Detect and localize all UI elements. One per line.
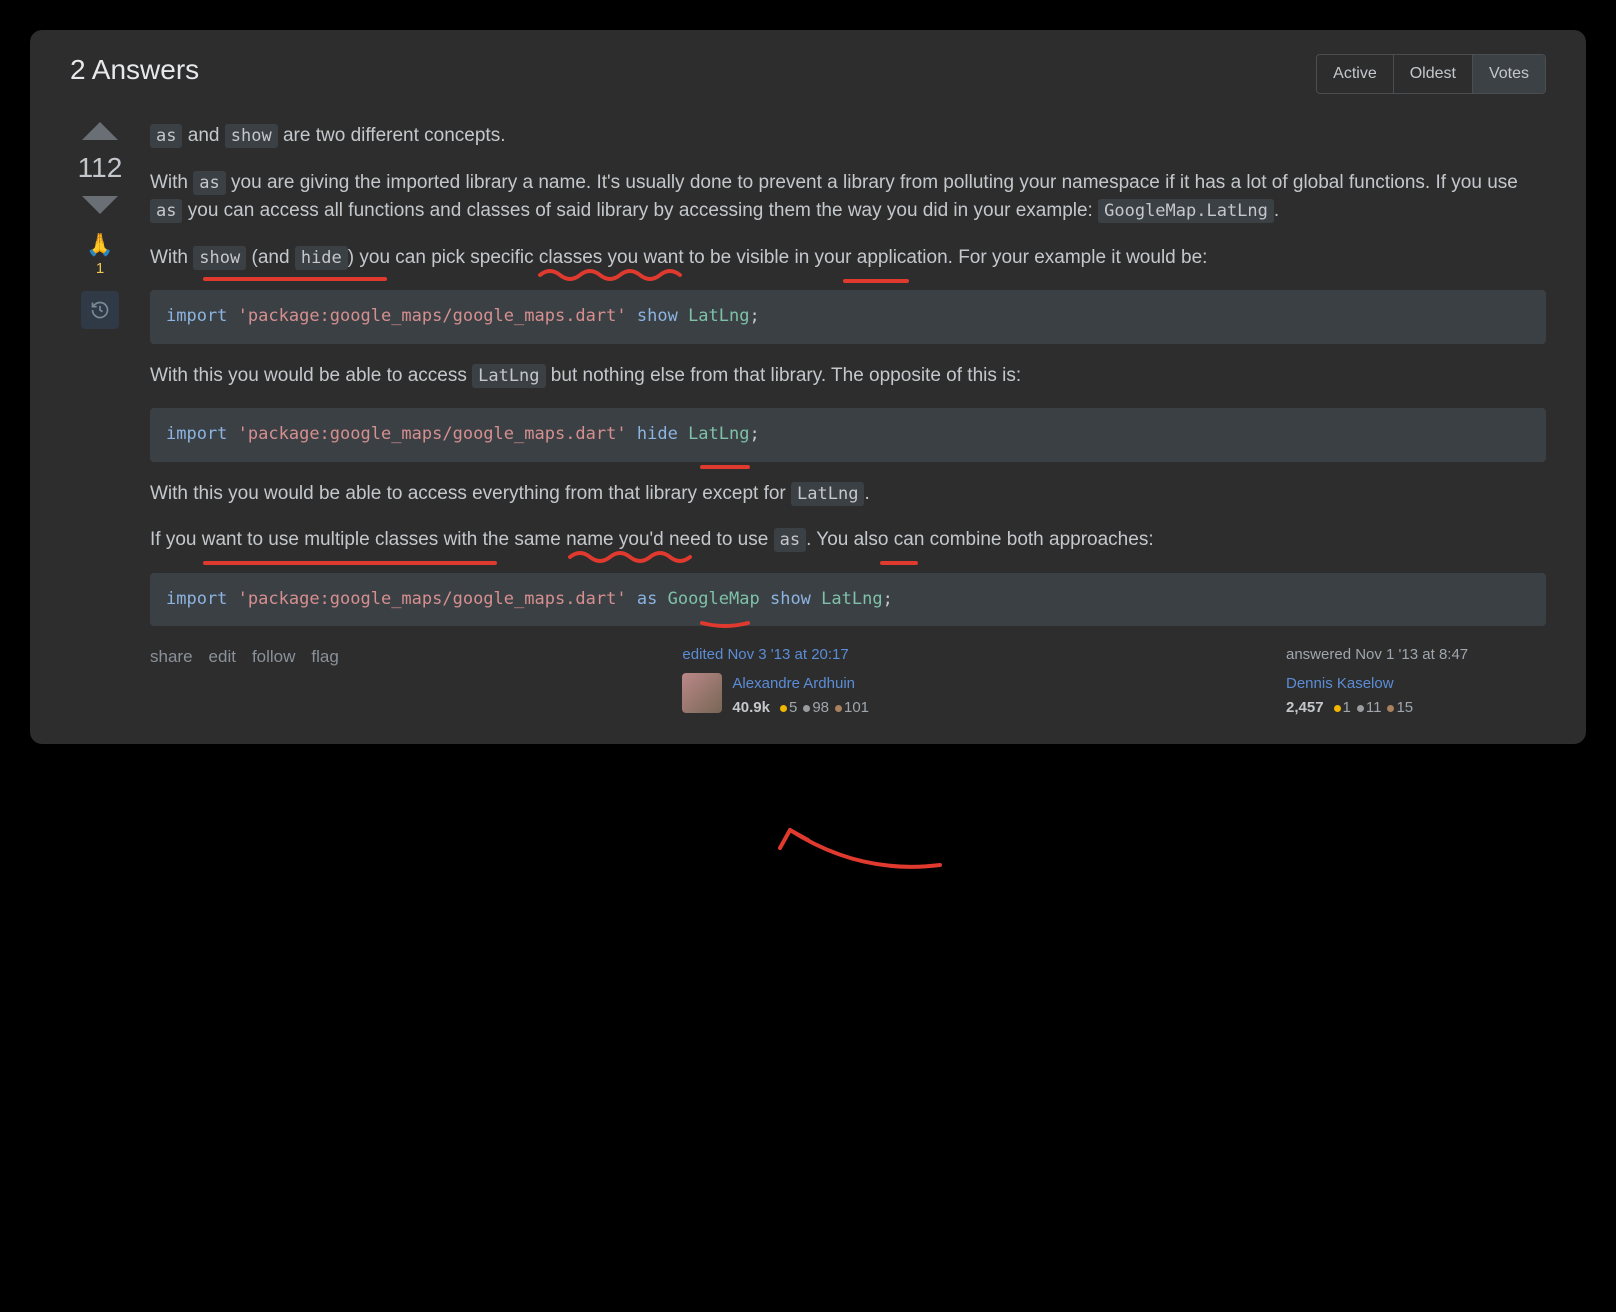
answers-panel: 2 Answers Active Oldest Votes 112 🙏 1 as… <box>30 30 1586 744</box>
code-inline: as <box>193 171 225 195</box>
code-inline: show <box>193 246 246 270</box>
share-link[interactable]: share <box>150 644 193 670</box>
upvote-icon[interactable] <box>82 122 118 140</box>
edit-link[interactable]: edit <box>209 644 236 670</box>
paragraph: With this you would be able to access ev… <box>150 480 1546 509</box>
vote-column: 112 🙏 1 <box>70 122 130 720</box>
code-inline: as <box>150 199 182 223</box>
action-links: share edit follow flag <box>150 644 339 670</box>
author-card: answered Nov 1 '13 at 8:47 Dennis Kaselo… <box>1286 644 1546 720</box>
bounty-count: 1 <box>96 260 104 277</box>
code-block: import 'package:google_maps/google_maps.… <box>150 290 1546 344</box>
downvote-icon[interactable] <box>82 196 118 214</box>
silver-badge-icon <box>803 705 810 712</box>
code-inline: LatLng <box>472 364 545 388</box>
vote-score: 112 <box>78 152 123 184</box>
flag-link[interactable]: flag <box>311 644 338 670</box>
code-inline: hide <box>295 246 348 270</box>
editor-card: edited Nov 3 '13 at 20:17 Alexandre Ardh… <box>682 644 942 720</box>
paragraph: With this you would be able to access La… <box>150 362 1546 391</box>
silver-badge-icon <box>1357 705 1364 712</box>
author-rep: 2,45711115 <box>1286 697 1413 720</box>
avatar[interactable] <box>682 673 722 713</box>
editor-name[interactable]: Alexandre Ardhuin <box>732 673 869 696</box>
answer: 112 🙏 1 as and show are two different co… <box>70 122 1546 720</box>
paragraph: If you want to use multiple classes with… <box>150 526 1546 555</box>
edited-timestamp[interactable]: edited Nov 3 '13 at 20:17 <box>682 644 942 667</box>
code-block: import 'package:google_maps/google_maps.… <box>150 573 1546 627</box>
code-inline: as <box>150 124 182 148</box>
sort-tabs: Active Oldest Votes <box>1316 54 1546 94</box>
code-inline: show <box>225 124 278 148</box>
answer-footer: share edit follow flag edited Nov 3 '13 … <box>150 644 1546 720</box>
code-inline: GoogleMap.LatLng <box>1098 199 1274 223</box>
bronze-badge-icon <box>835 705 842 712</box>
sort-oldest[interactable]: Oldest <box>1394 55 1473 93</box>
code-inline: LatLng <box>791 482 864 506</box>
author-name[interactable]: Dennis Kaselow <box>1286 673 1413 696</box>
answered-timestamp: answered Nov 1 '13 at 8:47 <box>1286 644 1546 667</box>
sort-votes[interactable]: Votes <box>1473 55 1545 93</box>
paragraph: With show (and hide) you can pick specif… <box>150 244 1546 273</box>
gold-badge-icon <box>780 705 787 712</box>
editor-rep: 40.9k598101 <box>732 697 869 720</box>
code-inline: as <box>774 528 806 552</box>
answers-title: 2 Answers <box>70 54 199 86</box>
paragraph: With as you are giving the imported libr… <box>150 169 1546 226</box>
answer-body: as and show are two different concepts. … <box>150 122 1546 720</box>
timeline-button[interactable] <box>81 291 119 329</box>
follow-link[interactable]: follow <box>252 644 295 670</box>
paragraph: as and show are two different concepts. <box>150 122 1546 151</box>
gold-badge-icon <box>1334 705 1341 712</box>
annotation-arrow <box>770 820 950 890</box>
answers-header: 2 Answers Active Oldest Votes <box>70 54 1546 94</box>
code-block: import 'package:google_maps/google_maps.… <box>150 408 1546 462</box>
bronze-badge-icon <box>1387 705 1394 712</box>
sort-active[interactable]: Active <box>1317 55 1394 93</box>
bounty-icon[interactable]: 🙏 <box>86 232 113 258</box>
history-icon <box>90 300 110 320</box>
